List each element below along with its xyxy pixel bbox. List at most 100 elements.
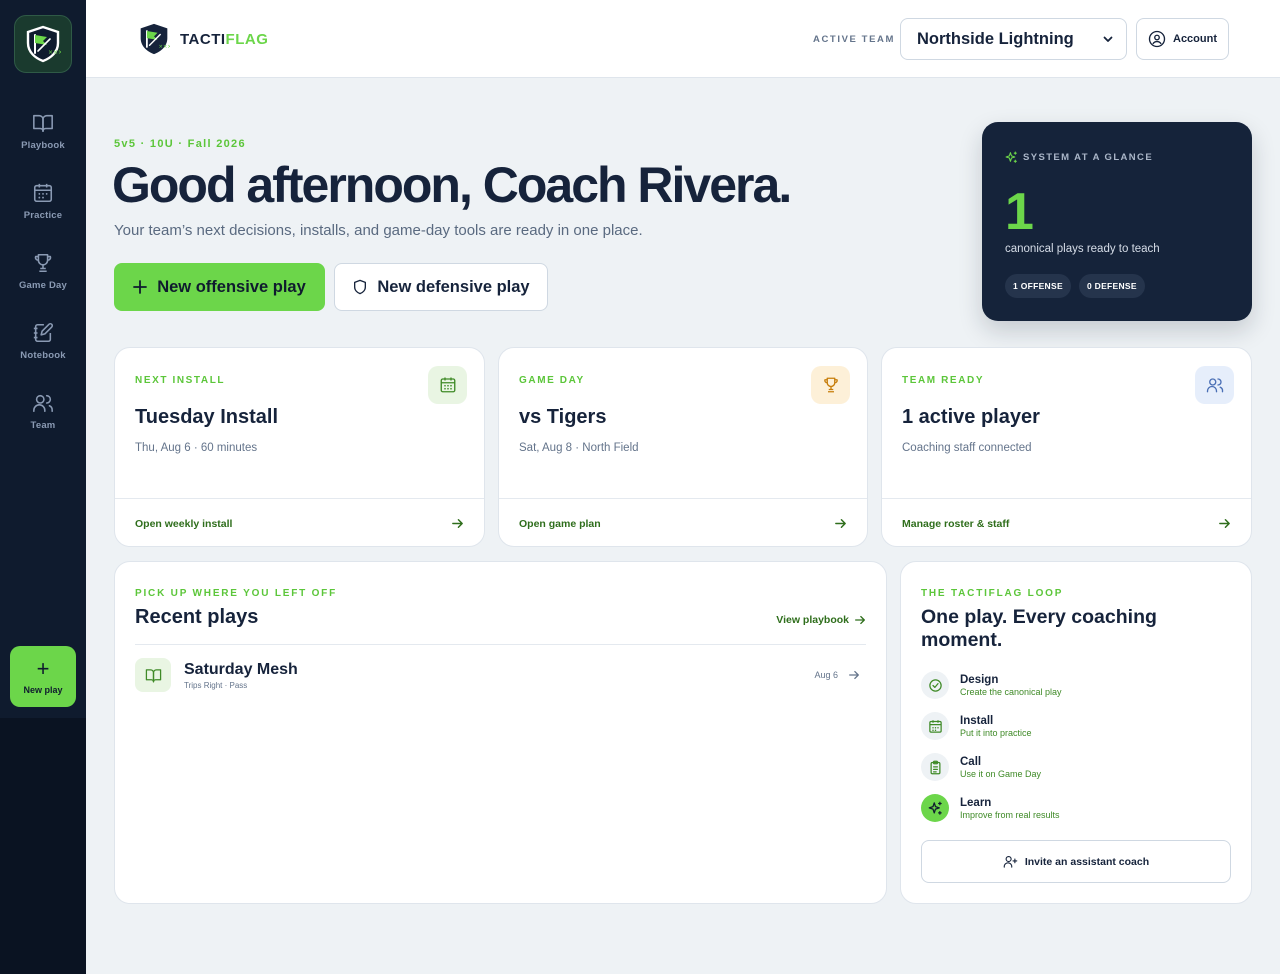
plus-icon: +	[36, 655, 50, 681]
arrow-right-icon	[452, 519, 463, 528]
check-circle-icon	[921, 671, 949, 699]
svg-text:×××: ×××	[48, 49, 61, 56]
account-button[interactable]: Account	[1136, 18, 1229, 60]
loop-step-learn: Learn Improve from real results	[921, 794, 1060, 822]
offense-count-badge: 1 OFFENSE	[1005, 274, 1071, 298]
sidebar-item-label: Notebook	[20, 350, 66, 361]
clipboard-icon	[921, 753, 949, 781]
trophy-icon	[811, 366, 850, 404]
loop-step-design: Design Create the canonical play	[921, 671, 1062, 699]
next-install-card: NEXT INSTALL Tuesday Install Thu, Aug 6 …	[114, 347, 485, 547]
card-title: Tuesday Install	[135, 406, 279, 428]
new-offensive-play-button[interactable]: New offensive play	[114, 263, 325, 311]
arrow-right-icon	[1219, 519, 1230, 528]
svg-text:×××: ×××	[158, 44, 170, 50]
card-title: One play. Every coaching moment.	[921, 606, 1157, 651]
top-bar: ××× TACTIFLAG ACTIVE TEAM Northside Ligh…	[86, 0, 1280, 78]
sidebar-new-play-button[interactable]: + New play	[10, 646, 76, 707]
play-name: Saturday Mesh	[184, 660, 298, 678]
manage-roster-link[interactable]: Manage roster & staff	[882, 498, 1251, 548]
recent-plays-card: PICK UP WHERE YOU LEFT OFF Recent plays …	[114, 561, 887, 904]
loop-step-desc: Improve from real results	[960, 809, 1060, 820]
loop-step-name: Call	[960, 755, 982, 768]
brand-wordmark: TACTIFLAG	[180, 30, 269, 48]
book-open-icon	[135, 658, 171, 692]
active-team-label: ACTIVE TEAM	[813, 34, 895, 45]
page-title: Good afternoon, Coach Rivera.	[112, 157, 792, 213]
sidebar-item-label: Playbook	[21, 140, 65, 151]
game-day-card: GAME DAY vs Tigers Sat, Aug 8 · North Fi…	[498, 347, 868, 547]
new-offensive-play-label: New offensive play	[157, 277, 306, 296]
arrow-right-icon	[855, 615, 865, 625]
card-subtitle: Sat, Aug 8 · North Field	[519, 442, 639, 454]
tactiflag-loop-card: THE TACTIFLAG LOOP One play. Every coach…	[900, 561, 1252, 904]
shield-flag-logo-icon: ×××	[140, 23, 170, 55]
brand[interactable]: ××× TACTIFLAG	[138, 22, 268, 56]
new-defensive-play-label: New defensive play	[377, 277, 530, 296]
card-eyebrow: NEXT INSTALL	[135, 375, 226, 386]
card-eyebrow: TEAM READY	[902, 375, 985, 386]
loop-step-name: Install	[960, 714, 994, 727]
user-circle-icon	[1148, 30, 1166, 48]
loop-step-desc: Create the canonical play	[960, 686, 1062, 697]
view-playbook-link[interactable]: View playbook	[776, 614, 866, 626]
sidebar-item-playbook[interactable]: Playbook	[0, 112, 86, 168]
list-item[interactable]: Saturday Mesh Trips Right · Pass Aug 6	[135, 656, 866, 694]
sidebar-item-game-day[interactable]: Game Day	[0, 252, 86, 308]
calendar-icon	[33, 183, 53, 203]
glance-caption: canonical plays ready to teach	[1005, 243, 1160, 255]
notebook-pen-icon	[33, 323, 53, 343]
loop-step-call: Call Use it on Game Day	[921, 753, 1041, 781]
sidebar-item-label: Practice	[23, 210, 63, 221]
users-icon	[1195, 366, 1234, 404]
user-plus-icon	[1003, 855, 1018, 868]
sidebar-item-notebook[interactable]: Notebook	[0, 322, 86, 378]
chevron-down-icon	[1103, 36, 1113, 42]
plus-icon	[133, 280, 148, 294]
glance-pills: 1 OFFENSE 0 DEFENSE	[1005, 274, 1145, 298]
card-eyebrow: PICK UP WHERE YOU LEFT OFF	[135, 588, 337, 599]
card-eyebrow: GAME DAY	[519, 375, 585, 386]
card-title: vs Tigers	[519, 406, 607, 428]
open-game-plan-link[interactable]: Open game plan	[499, 498, 867, 548]
shield-icon	[354, 279, 367, 295]
open-weekly-install-link[interactable]: Open weekly install	[115, 498, 484, 548]
loop-step-desc: Put it into practice	[960, 727, 1032, 738]
defense-count-badge: 0 DEFENSE	[1078, 274, 1145, 298]
glance-heading: SYSTEM AT A GLANCE	[1005, 151, 1153, 164]
book-open-icon	[33, 114, 53, 133]
active-team-value: Northside Lightning	[917, 29, 1074, 48]
loop-step-name: Design	[960, 673, 999, 686]
page-subtitle: Your team’s next decisions, installs, an…	[114, 222, 643, 239]
card-subtitle: Thu, Aug 6 · 60 minutes	[135, 442, 258, 454]
season-label: 5v5 · 10U · Fall 2026	[114, 138, 246, 150]
canonical-play-count: 1	[1005, 183, 1034, 241]
loop-step-install: Install Put it into practice	[921, 712, 1032, 740]
sidebar-item-label: Game Day	[18, 280, 68, 291]
sidebar-item-label: Team	[30, 420, 56, 431]
users-icon	[33, 394, 53, 413]
sparkles-icon	[921, 794, 949, 822]
play-meta: Trips Right · Pass	[184, 680, 248, 690]
sidebar-item-team[interactable]: Team	[0, 392, 86, 448]
new-defensive-play-button[interactable]: New defensive play	[334, 263, 548, 311]
card-title: 1 active player	[902, 406, 1040, 428]
divider	[135, 644, 866, 645]
card-subtitle: Coaching staff connected	[902, 442, 1032, 454]
sidebar-footer	[0, 718, 86, 974]
active-team-select[interactable]: Northside Lightning	[900, 18, 1127, 60]
card-eyebrow: THE TACTIFLAG LOOP	[921, 588, 1064, 599]
loop-step-desc: Use it on Game Day	[960, 768, 1042, 779]
calendar-icon	[428, 366, 467, 404]
loop-step-name: Learn	[960, 796, 992, 809]
calendar-icon	[921, 712, 949, 740]
system-glance-card: SYSTEM AT A GLANCE 1 canonical plays rea…	[982, 122, 1252, 321]
sidebar-item-practice[interactable]: Practice	[0, 182, 86, 238]
shield-flag-logo-icon: ×××	[26, 25, 61, 63]
arrow-right-icon	[849, 670, 859, 680]
play-date: Aug 6	[814, 670, 838, 680]
invite-assistant-coach-button[interactable]: Invite an assistant coach	[921, 840, 1231, 883]
trophy-icon	[34, 253, 52, 273]
team-ready-card: TEAM READY 1 active player Coaching staf…	[881, 347, 1252, 547]
app-logo[interactable]: ×××	[14, 15, 72, 73]
